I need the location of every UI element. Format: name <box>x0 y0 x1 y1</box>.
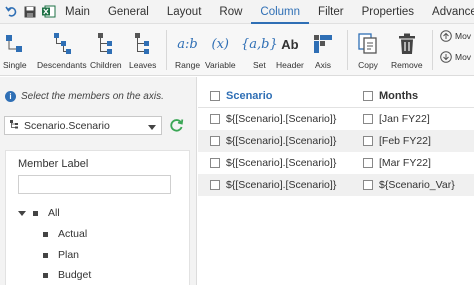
row-checkbox[interactable] <box>210 180 220 190</box>
table-row[interactable]: ${[Scenario].[Scenario]} [Mar FY22] <box>198 152 474 174</box>
variable-button[interactable]: (x) Variable <box>205 30 236 71</box>
row-checkbox[interactable] <box>210 114 220 124</box>
table-cell[interactable]: ${Scenario_Var} <box>363 179 455 191</box>
member-bullet-icon <box>33 210 38 216</box>
menu-bar: Main General Layout Row Column Filter Pr… <box>0 0 474 24</box>
table-cell[interactable]: ${[Scenario].[Scenario]} <box>210 135 336 147</box>
info-icon: i <box>5 91 16 102</box>
range-button[interactable]: a:b Range <box>175 30 200 71</box>
member-filter-input[interactable] <box>18 175 171 194</box>
member-label-heading: Member Label <box>18 158 89 170</box>
copy-button[interactable]: Copy <box>358 30 378 70</box>
arrow-down-circle-icon <box>440 51 452 63</box>
menu-advanced[interactable]: Advanced <box>423 0 474 24</box>
trash-icon <box>398 30 416 58</box>
tree-item-budget[interactable]: Budget <box>43 269 91 281</box>
single-member-icon <box>4 30 26 58</box>
move-down-button[interactable]: Mov <box>440 51 471 63</box>
ribbon-separator <box>432 30 433 70</box>
column-header-scenario[interactable]: Scenario <box>210 90 272 102</box>
move-up-button[interactable]: Mov <box>440 30 471 42</box>
hierarchy-icon <box>10 119 19 132</box>
tree-item-all[interactable]: All <box>18 207 60 219</box>
axis-button[interactable]: Axis <box>313 30 333 70</box>
range-icon: a:b <box>177 36 198 52</box>
excel-icon[interactable] <box>42 5 56 18</box>
children-icon <box>95 30 117 58</box>
tree-item-plan[interactable]: Plan <box>43 249 79 261</box>
dimension-select-value: Scenario.Scenario <box>24 119 110 132</box>
descendants-icon <box>51 30 73 58</box>
save-icon[interactable] <box>24 6 36 18</box>
member-bullet-icon <box>43 252 48 258</box>
menu-main[interactable]: Main <box>56 0 99 24</box>
ribbon-separator <box>347 30 348 70</box>
set-button[interactable]: {a,b} Set <box>241 30 278 71</box>
table-cell[interactable]: ${[Scenario].[Scenario]} <box>210 113 336 125</box>
table-row[interactable]: ${[Scenario].[Scenario]} [Jan FY22] <box>198 108 474 130</box>
menu-general[interactable]: General <box>99 0 158 24</box>
table-cell[interactable]: ${[Scenario].[Scenario]} <box>210 157 336 169</box>
header-checkbox[interactable] <box>363 91 373 101</box>
descendants-button[interactable]: Descendants <box>37 30 87 70</box>
row-checkbox[interactable] <box>363 136 373 146</box>
column-header-months[interactable]: Months <box>363 90 418 102</box>
member-tree-panel: Member Label All Actual Plan Budget <box>5 150 190 285</box>
chevron-down-icon <box>148 122 156 134</box>
children-button[interactable]: Children <box>90 30 122 70</box>
row-checkbox[interactable] <box>363 114 373 124</box>
table-row[interactable]: ${[Scenario].[Scenario]} ${Scenario_Var} <box>198 174 474 196</box>
member-bullet-icon <box>43 272 48 278</box>
axis-hint: i Select the members on the axis. <box>5 91 164 102</box>
menu-properties[interactable]: Properties <box>353 0 423 24</box>
row-checkbox[interactable] <box>363 158 373 168</box>
variable-icon: (x) <box>211 36 230 52</box>
header-checkbox[interactable] <box>210 91 220 101</box>
arrow-up-circle-icon <box>440 30 452 42</box>
table-cell[interactable]: [Feb FY22] <box>363 135 431 147</box>
leaves-button[interactable]: Leaves <box>129 30 156 70</box>
menu-layout[interactable]: Layout <box>158 0 211 24</box>
member-bullet-icon <box>43 231 48 237</box>
menu-filter[interactable]: Filter <box>309 0 353 24</box>
row-checkbox[interactable] <box>363 180 373 190</box>
header-button[interactable]: Ab Header <box>276 30 304 71</box>
remove-button[interactable]: Remove <box>391 30 423 70</box>
leaves-icon <box>132 30 154 58</box>
single-button[interactable]: Single <box>3 30 27 70</box>
table-row[interactable]: ${[Scenario].[Scenario]} [Feb FY22] <box>198 130 474 152</box>
expand-triangle-icon[interactable] <box>18 210 26 216</box>
table-cell[interactable]: [Mar FY22] <box>363 157 431 169</box>
refresh-icon[interactable] <box>169 118 184 136</box>
member-selection-panel: i Select the members on the axis. Scenar… <box>0 77 197 285</box>
copy-icon <box>358 30 378 58</box>
set-icon: {a,b} <box>241 36 278 52</box>
menu-column[interactable]: Column <box>251 0 310 24</box>
row-checkbox[interactable] <box>210 158 220 168</box>
header-icon: Ab <box>281 36 299 52</box>
undo-icon[interactable] <box>5 5 18 18</box>
menu-row[interactable]: Row <box>210 0 251 24</box>
axis-icon <box>313 30 333 58</box>
quick-access-toolbar <box>0 5 56 18</box>
tree-item-actual[interactable]: Actual <box>43 228 87 240</box>
dimension-select[interactable]: Scenario.Scenario <box>4 116 162 135</box>
table-cell[interactable]: ${[Scenario].[Scenario]} <box>210 179 336 191</box>
ribbon-separator <box>166 30 167 70</box>
ribbon-toolbar: Single Descendants Children Leaves a:b R… <box>0 24 474 76</box>
row-checkbox[interactable] <box>210 136 220 146</box>
table-cell[interactable]: [Jan FY22] <box>363 113 430 125</box>
